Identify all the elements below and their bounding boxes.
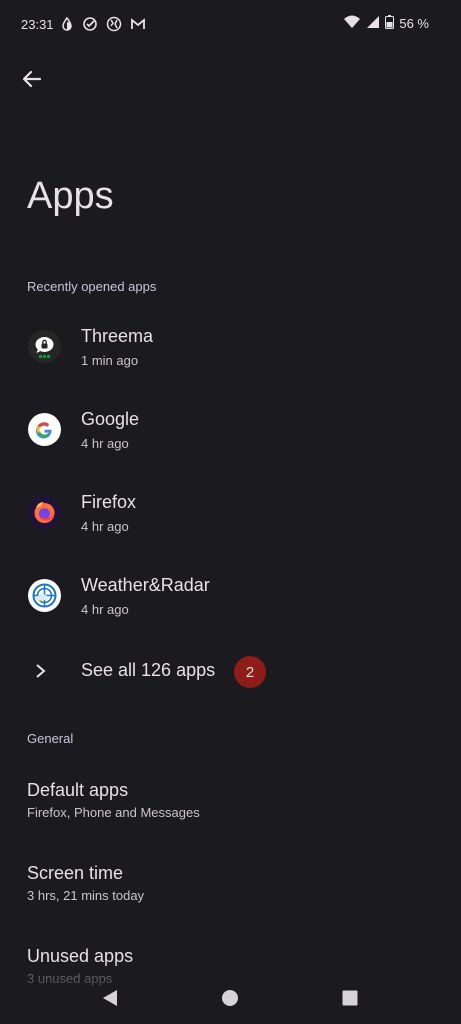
navigation-bar [0, 976, 461, 1024]
nav-recents-button[interactable] [338, 986, 362, 1010]
nav-back-button[interactable] [98, 986, 122, 1010]
data-saver-icon [60, 16, 74, 32]
status-time: 23:31 [21, 17, 54, 32]
battery-icon [385, 15, 395, 32]
chevron-right-icon [34, 662, 48, 685]
notification-icons [60, 16, 146, 32]
signal-icon [366, 15, 380, 32]
app-name: Google [81, 409, 140, 429]
wifi-icon [343, 15, 361, 32]
page-title: Apps [27, 175, 114, 217]
item-title: Screen time [27, 863, 124, 883]
app-row-threema[interactable]: Threema 1 min ago [0, 315, 461, 395]
app-last-opened: 4 hr ago [81, 436, 129, 451]
check-circle-icon [82, 16, 98, 32]
item-title: Unused apps [27, 946, 134, 966]
battery-percent: 56 % [399, 16, 429, 31]
section-header-general: General [27, 731, 74, 746]
app-row-google[interactable]: Google 4 hr ago [0, 398, 461, 478]
status-bar: 23:31 56 % [0, 0, 461, 50]
app-last-opened: 1 min ago [81, 353, 139, 368]
item-subtitle: 3 hrs, 21 mins today [27, 888, 145, 903]
screen-time-item[interactable]: Screen time 3 hrs, 21 mins today [0, 863, 461, 935]
item-title: Default apps [27, 780, 129, 800]
gmail-icon [130, 16, 146, 32]
see-all-apps-button[interactable]: See all 126 apps 2 [0, 645, 461, 699]
app-name: Threema [81, 326, 154, 346]
app-name: Weather&Radar [81, 575, 210, 595]
square-recents-icon [342, 990, 358, 1006]
item-subtitle: Firefox, Phone and Messages [27, 805, 200, 820]
arrow-back-icon [22, 69, 42, 94]
triangle-back-icon [103, 990, 117, 1006]
firefox-icon [28, 496, 61, 529]
google-icon [28, 413, 61, 446]
app-last-opened: 4 hr ago [81, 519, 129, 534]
threema-icon [28, 330, 61, 363]
default-apps-item[interactable]: Default apps Firefox, Phone and Messages [0, 780, 461, 852]
app-name: Firefox [81, 492, 137, 512]
circle-home-icon [222, 990, 238, 1006]
app-row-weather-radar[interactable]: Weather&Radar 4 hr ago [0, 564, 461, 644]
notification-badge: 2 [234, 656, 266, 688]
section-header-recent: Recently opened apps [27, 279, 157, 294]
back-button[interactable] [17, 66, 47, 96]
app-row-firefox[interactable]: Firefox 4 hr ago [0, 481, 461, 561]
weather-radar-icon [28, 579, 61, 612]
nav-home-button[interactable] [218, 986, 242, 1010]
app-last-opened: 4 hr ago [81, 602, 129, 617]
system-status: 56 % [343, 15, 429, 32]
vpn-globe-icon [106, 16, 122, 32]
see-all-label: See all 126 apps [81, 660, 216, 680]
